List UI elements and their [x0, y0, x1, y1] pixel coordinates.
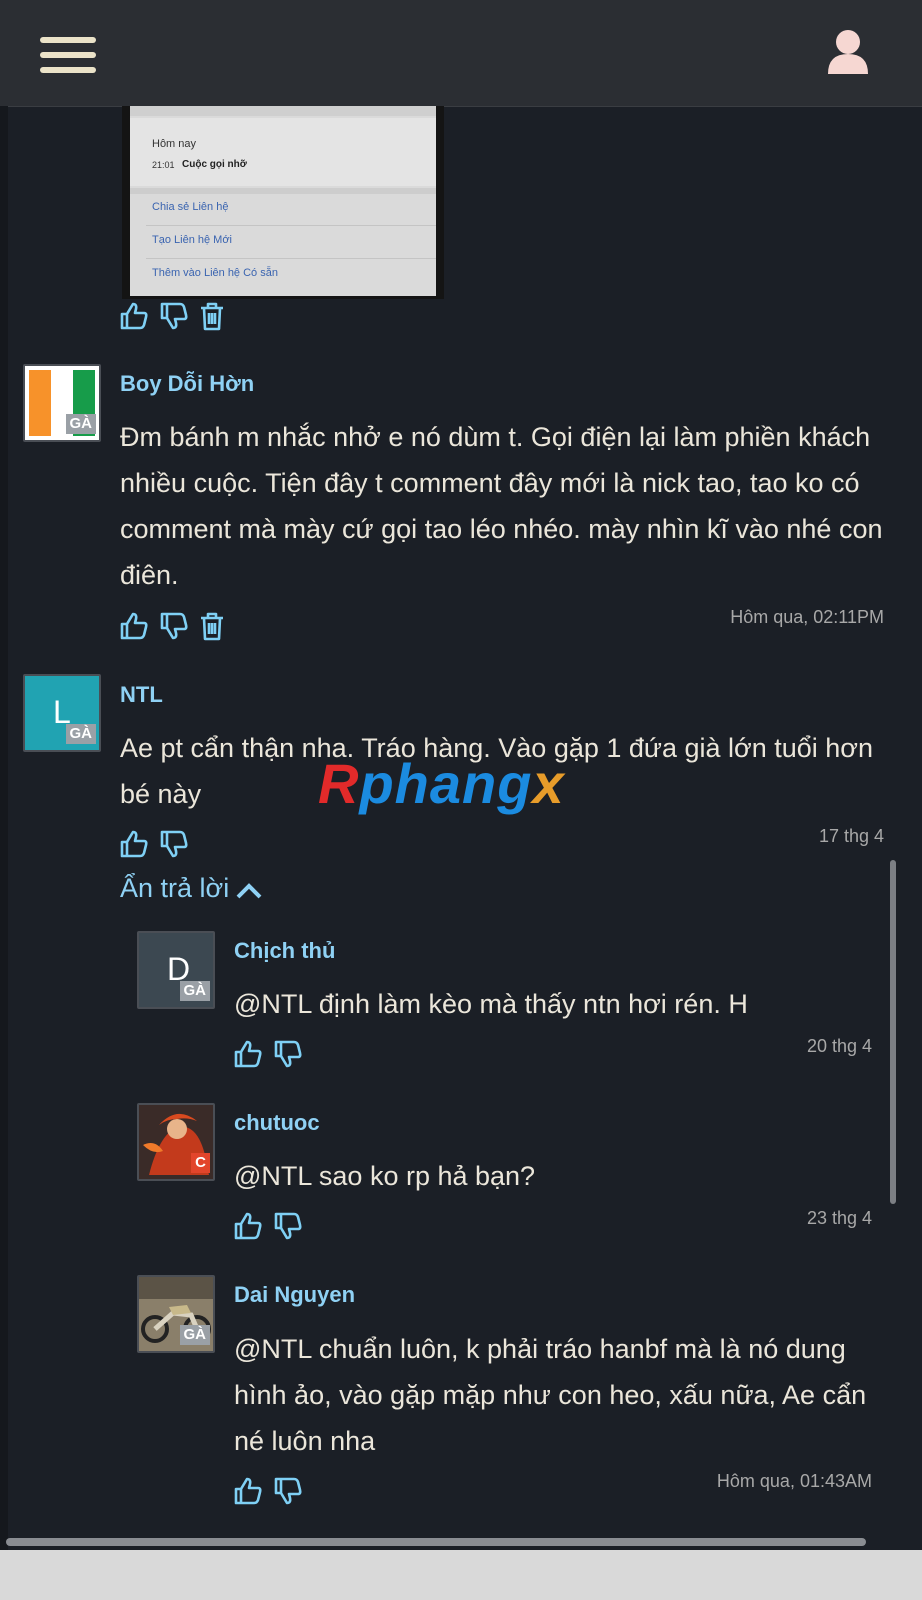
attached-screenshot[interactable]: Hôm nay 21:01 Cuộc gọi nhỡ Chia sẻ Liên …: [122, 106, 444, 299]
reply-body: @NTL sao ko rp hả bạn?: [234, 1161, 536, 1191]
phone-screenshot: Hôm nay 21:01 Cuộc gọi nhỡ Chia sẻ Liên …: [130, 106, 436, 296]
dislike-icon[interactable]: [272, 1038, 304, 1070]
comment-timestamp: 17 thg 4: [818, 826, 884, 846]
reply-timestamp: 20 thg 4: [806, 1036, 872, 1056]
screenshot-link: Tạo Liên hệ Mới: [152, 234, 232, 246]
vertical-scrollbar[interactable]: [890, 860, 896, 1204]
chevron-up-icon: [236, 883, 262, 899]
like-icon[interactable]: [232, 1210, 264, 1242]
reply-body: @NTL định làm kèo mà thấy ntn hơi rén. H: [234, 989, 748, 1019]
reply-username[interactable]: Dai Nguyen: [234, 1282, 355, 1308]
reply-username[interactable]: Chịch thủ: [234, 938, 335, 964]
comment-timestamp: Hôm qua, 02:11PM: [730, 607, 884, 627]
rank-badge: C: [191, 1153, 210, 1173]
dislike-icon[interactable]: [158, 300, 190, 332]
horizontal-scrollbar[interactable]: [6, 1538, 866, 1546]
like-icon[interactable]: [118, 300, 150, 332]
hamburger-icon[interactable]: [40, 37, 96, 77]
like-icon[interactable]: [118, 828, 150, 860]
comment-actions: [118, 610, 228, 644]
reply-actions: [232, 1475, 312, 1509]
like-icon[interactable]: [232, 1038, 264, 1070]
reply-timestamp: 23 thg 4: [806, 1208, 872, 1228]
reply-actions: [232, 1038, 312, 1072]
comment-body: Đm bánh m nhắc nhở e nó dùm t. Gọi điện …: [120, 422, 883, 590]
avatar[interactable]: C: [137, 1103, 215, 1181]
dislike-icon[interactable]: [158, 828, 190, 860]
rank-badge: GÀ: [179, 981, 210, 1001]
reply-actions: [232, 1210, 312, 1244]
like-icon[interactable]: [232, 1475, 264, 1507]
screenshot-link: Thêm vào Liên hệ Có sẵn: [152, 267, 278, 279]
screenshot-date-label: Hôm nay: [152, 138, 197, 150]
site-watermark: Rphangx: [318, 752, 565, 815]
like-icon[interactable]: [118, 610, 150, 642]
screenshot-link: Chia sẻ Liên hệ: [152, 201, 229, 213]
hide-replies-label: Ẩn trả lời: [120, 873, 230, 903]
screenshot-call-label: Cuộc gọi nhỡ: [182, 159, 247, 170]
user-icon[interactable]: [826, 28, 870, 76]
dislike-icon[interactable]: [158, 610, 190, 642]
bottom-strip: [0, 1550, 922, 1600]
comment-actions: [118, 828, 198, 862]
delete-icon[interactable]: [196, 300, 228, 332]
screenshot-time: 21:01: [152, 160, 175, 170]
rank-badge: GÀ: [65, 724, 96, 744]
avatar[interactable]: GÀ: [23, 364, 101, 442]
avatar[interactable]: L GÀ: [23, 674, 101, 752]
reply-username[interactable]: chutuoc: [234, 1110, 320, 1136]
avatar[interactable]: D GÀ: [137, 931, 215, 1009]
delete-icon[interactable]: [196, 610, 228, 642]
left-rail: [0, 106, 8, 1600]
top-header: [0, 0, 922, 107]
post-actions: [118, 300, 228, 334]
rank-badge: GÀ: [179, 1325, 210, 1345]
avatar[interactable]: GÀ: [137, 1275, 215, 1353]
dislike-icon[interactable]: [272, 1475, 304, 1507]
comment-username[interactable]: Boy Dỗi Hờn: [120, 371, 254, 397]
dislike-icon[interactable]: [272, 1210, 304, 1242]
hide-replies-button[interactable]: Ẩn trả lời: [120, 873, 263, 904]
rank-badge: GÀ: [65, 414, 96, 434]
reply-body: @NTL chuẩn luôn, k phải tráo hanbf mà là…: [234, 1334, 867, 1456]
reply-timestamp: Hôm qua, 01:43AM: [716, 1471, 872, 1491]
comment-username[interactable]: NTL: [120, 682, 163, 708]
